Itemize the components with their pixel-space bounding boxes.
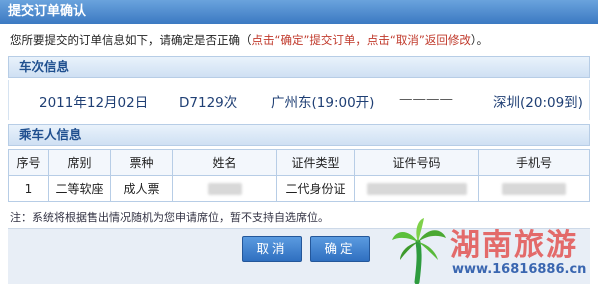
departure-station: 广州东(19:00开) bbox=[271, 95, 375, 111]
watermark-url: www.16816886.cn bbox=[452, 262, 587, 277]
cell-id-number bbox=[354, 175, 479, 202]
cell-name bbox=[172, 175, 277, 202]
col-id-type: 证件类型 bbox=[276, 149, 355, 176]
col-phone: 手机号 bbox=[478, 149, 590, 176]
col-id-number: 证件号码 bbox=[354, 149, 479, 176]
table-row: 1 二等软座 成人票 二代身份证 bbox=[8, 175, 590, 202]
intro-hint: 点击“确定”提交订单，点击“取消”返回修改 bbox=[251, 33, 471, 47]
redacted-id-number bbox=[366, 183, 467, 195]
col-ticket: 票种 bbox=[110, 149, 173, 176]
passenger-section-header: 乘车人信息 bbox=[8, 124, 590, 146]
watermark: 湖南旅游 www.16816886.cn bbox=[390, 218, 595, 288]
passenger-table: 序号 席别 票种 姓名 证件类型 证件号码 手机号 1 二等软座 成人票 二代身… bbox=[8, 149, 590, 202]
train-number: D7129次 bbox=[179, 95, 238, 111]
confirm-button[interactable]: 确定 bbox=[310, 236, 370, 262]
intro-main: 您所要提交的订单信息如下，请确定是否正确（ bbox=[10, 33, 252, 47]
redacted-phone bbox=[502, 183, 566, 195]
col-name: 姓名 bbox=[172, 149, 277, 176]
train-section-header: 车次信息 bbox=[8, 56, 590, 78]
cell-index: 1 bbox=[8, 175, 49, 202]
train-info: 2011年12月02日 D7129次 广州东(19:00开) ———— 深圳(2… bbox=[8, 80, 590, 120]
route-separator: ———— bbox=[399, 91, 453, 107]
cell-phone bbox=[478, 175, 590, 202]
col-seat: 席别 bbox=[48, 149, 111, 176]
col-index: 序号 bbox=[8, 149, 49, 176]
intro-text: 您所要提交的订单信息如下，请确定是否正确（点击“确定”提交订单，点击“取消”返回… bbox=[10, 32, 590, 48]
cell-seat: 二等软座 bbox=[48, 175, 111, 202]
cell-ticket: 成人票 bbox=[110, 175, 173, 202]
table-header-row: 序号 席别 票种 姓名 证件类型 证件号码 手机号 bbox=[8, 149, 590, 176]
cancel-button[interactable]: 取消 bbox=[242, 236, 302, 262]
dialog-title: 提交订单确认 bbox=[0, 0, 598, 24]
train-date: 2011年12月02日 bbox=[39, 95, 149, 111]
watermark-text: 湖南旅游 bbox=[450, 228, 578, 263]
cell-id-type: 二代身份证 bbox=[276, 175, 355, 202]
palm-tree-icon bbox=[392, 218, 446, 285]
redacted-name bbox=[207, 183, 242, 195]
intro-end: ）。 bbox=[470, 33, 489, 47]
arrival-station: 深圳(20:09到) bbox=[493, 95, 583, 111]
